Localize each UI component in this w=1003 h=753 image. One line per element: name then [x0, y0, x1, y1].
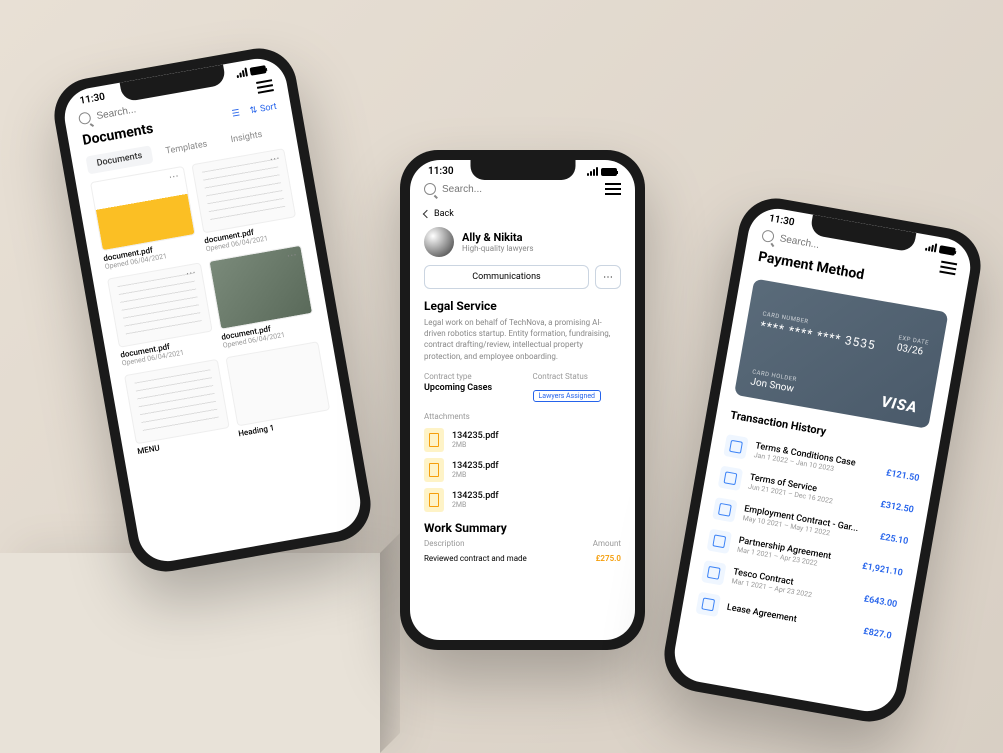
menu-icon[interactable] — [605, 183, 621, 195]
profile-name: Ally & Nikita — [462, 231, 533, 244]
tx-amount: £643.00 — [863, 594, 898, 610]
attach-name: 134235.pdf — [452, 431, 499, 441]
file-icon — [424, 458, 444, 482]
contract-type: Upcoming Cases — [424, 383, 513, 393]
document-card[interactable]: ⋯ document.pdf Opened 06/04/2021 — [107, 262, 216, 367]
section-desc: Legal work on behalf of TechNova, a prom… — [410, 317, 635, 372]
search-icon — [78, 111, 92, 125]
file-icon — [424, 488, 444, 512]
calendar-icon — [701, 560, 726, 585]
status-time: 11:30 — [428, 166, 454, 177]
tx-amount: £312.50 — [880, 500, 915, 516]
document-card[interactable]: MENU — [124, 359, 231, 456]
phone-legal: 11:30 Back Ally & Nikita High-quality la… — [400, 150, 645, 650]
attachment-item[interactable]: 134235.pdf 2MB — [424, 455, 621, 485]
signal-icon — [925, 242, 937, 253]
attach-name: 134235.pdf — [452, 491, 499, 501]
calendar-icon — [712, 497, 737, 522]
tx-amount: £1,921.10 — [861, 562, 903, 579]
tx-amount: £827.0 — [862, 627, 892, 642]
phone-payment: 11:30 Payment Method CARD NUMBER **** **… — [658, 193, 986, 728]
search-input[interactable] — [442, 184, 599, 195]
chevron-left-icon — [423, 210, 431, 218]
summary-amount-header: Amount — [593, 539, 621, 548]
list-view-button[interactable]: ☰ — [231, 108, 241, 119]
battery-icon — [939, 245, 956, 256]
back-button[interactable]: Back — [410, 203, 635, 225]
visa-logo: VISA — [880, 392, 919, 416]
calendar-icon — [718, 466, 743, 491]
document-card[interactable]: ⋯ document.pdf Opened 06/04/2021 — [191, 148, 300, 253]
tx-amount: £121.50 — [885, 468, 920, 484]
contract-type-label: Contract type — [424, 372, 513, 381]
summary-row-desc: Reviewed contract and made — [424, 554, 527, 563]
signal-icon — [236, 67, 248, 78]
battery-icon — [601, 168, 617, 176]
file-icon — [424, 428, 444, 452]
sort-button[interactable]: ⇅ Sort — [249, 102, 278, 117]
document-card[interactable]: ⋯ document.pdf Opened 06/04/2021 — [90, 166, 199, 271]
summary-desc-header: Description — [424, 539, 465, 548]
attachments-label: Attachments — [424, 412, 621, 421]
more-button[interactable]: ⋯ — [595, 265, 621, 289]
menu-icon[interactable] — [256, 79, 274, 94]
communications-button[interactable]: Communications — [424, 265, 589, 289]
attach-size: 2MB — [452, 501, 499, 509]
calendar-icon — [707, 529, 732, 554]
menu-icon[interactable] — [939, 261, 957, 276]
document-card[interactable]: ⋯ document.pdf Opened 06/04/2021 — [208, 245, 317, 350]
tx-amount: £25.10 — [879, 532, 909, 547]
avatar — [424, 227, 454, 257]
phone-documents: 11:30 Documents ☰ ⇅ Sort Documents — [48, 43, 376, 578]
summary-row-amount: £275.0 — [596, 554, 621, 563]
attachment-item[interactable]: 134235.pdf 2MB — [424, 425, 621, 455]
profile-subtitle: High-quality lawyers — [462, 244, 533, 253]
contract-status-label: Contract Status — [533, 372, 622, 381]
search-icon — [424, 183, 436, 195]
notch — [470, 160, 575, 180]
summary-title: Work Summary — [410, 521, 635, 539]
section-title: Legal Service — [410, 299, 635, 317]
document-card[interactable]: Heading 1 — [225, 341, 332, 438]
signal-icon — [587, 167, 598, 176]
calendar-icon — [723, 434, 748, 459]
shelf-decoration — [0, 553, 380, 753]
calendar-icon — [695, 592, 720, 617]
status-badge: Lawyers Assigned — [533, 390, 602, 402]
search-icon — [761, 229, 775, 243]
attach-size: 2MB — [452, 471, 499, 479]
attach-size: 2MB — [452, 441, 499, 449]
attach-name: 134235.pdf — [452, 461, 499, 471]
battery-icon — [249, 65, 266, 76]
attachment-item[interactable]: 134235.pdf 2MB — [424, 485, 621, 515]
